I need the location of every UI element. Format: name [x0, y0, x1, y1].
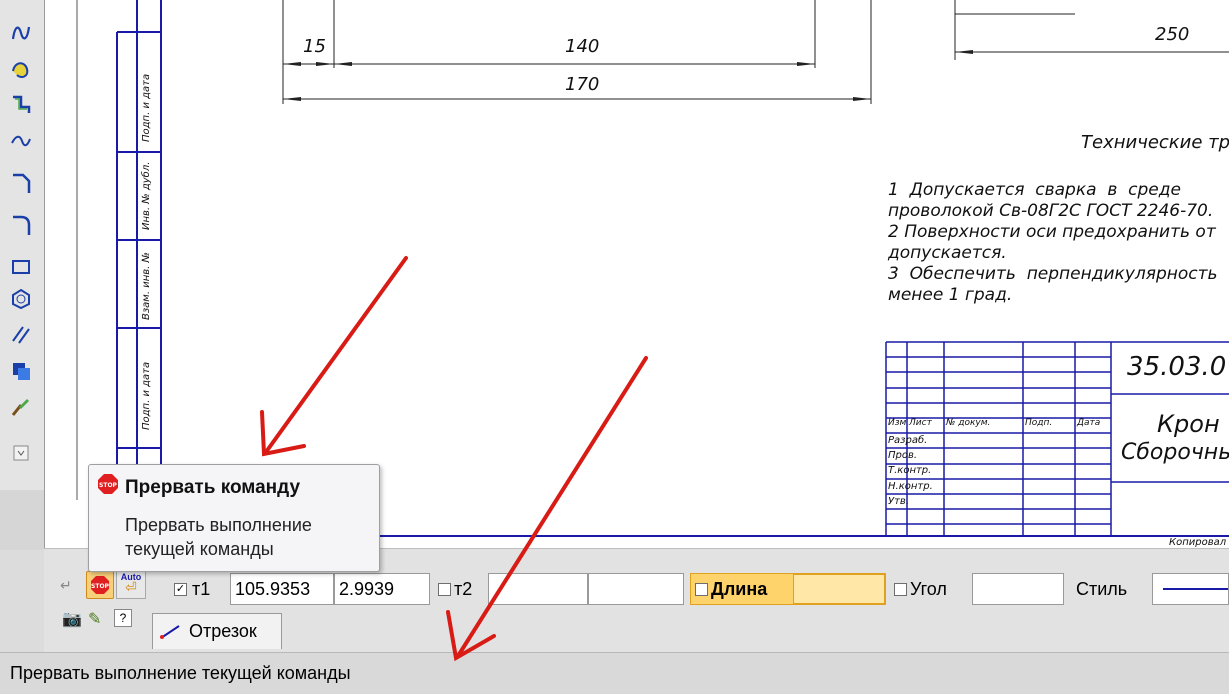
title-block-name: Крон: [1157, 410, 1220, 438]
length-group: Длина: [690, 573, 886, 605]
rectangle-icon[interactable]: [8, 254, 34, 280]
header-cell: Лист: [909, 418, 932, 428]
title-block-designation: 35.03.0: [1127, 352, 1227, 382]
svg-text:STOP: STOP: [99, 482, 118, 489]
line-style-select[interactable]: [1152, 573, 1229, 605]
role-cell: Утв.: [888, 495, 909, 507]
note-line: проволокой Св-08Г2С ГОСТ 2246-70.: [888, 201, 1214, 221]
tooltip-description: Прервать выполнение текущей команды: [125, 515, 312, 559]
brush-settings-icon[interactable]: ✎: [88, 609, 101, 629]
camera-icon[interactable]: 📷: [62, 609, 82, 629]
note-line: допускается.: [888, 243, 1007, 263]
stamp-label: Подп. и дата: [141, 361, 152, 430]
note-line: 3 Обеспечить перпендикулярность: [888, 264, 1218, 284]
t1-y-field[interactable]: 2.9939: [334, 573, 430, 605]
length-checkbox[interactable]: [695, 583, 708, 596]
toolbar-scroll-area: [0, 490, 44, 550]
segment-icon: [160, 625, 180, 639]
dimension-15: 15: [303, 36, 326, 57]
t1-label: т1: [192, 579, 211, 599]
header-cell: Дата: [1077, 418, 1101, 428]
title-block-headers: Изм Лист № докум. Подп. Дата: [888, 418, 1113, 428]
role-cell: Пров.: [888, 450, 918, 462]
brush-icon[interactable]: [8, 394, 34, 420]
tech-requirements-notes: 1 Допускается сварка в среде проволокой С…: [888, 180, 1218, 306]
tooltip-title: Прервать команду: [125, 477, 301, 498]
dimension-140: 140: [565, 36, 600, 57]
tooltip: STOP Прервать команду Прервать выполнени…: [88, 464, 380, 572]
t2-y-field[interactable]: [588, 573, 684, 605]
fill-icon[interactable]: [8, 358, 34, 384]
help-icon[interactable]: ?: [114, 609, 132, 627]
polyline-icon[interactable]: [8, 92, 34, 118]
fillet-icon[interactable]: [8, 212, 34, 238]
line-style-preview: [1163, 588, 1228, 590]
status-bar: Прервать выполнение текущей команды: [0, 652, 1229, 694]
stop-command-button[interactable]: STOP: [86, 571, 114, 599]
length-label: Длина: [711, 579, 768, 599]
t1-x-field[interactable]: 105.9353: [230, 573, 334, 605]
angle-checkbox[interactable]: [894, 583, 907, 596]
angle-field[interactable]: [972, 573, 1064, 605]
scroll-down-icon[interactable]: [8, 440, 34, 466]
note-line: менее 1 град.: [888, 285, 1013, 305]
title-block-copied: Копировал: [1169, 537, 1227, 548]
title-block-subname: Сборочны: [1121, 440, 1229, 465]
stamp-label: Взам. инв. №: [141, 252, 152, 320]
tab-label: Отрезок: [189, 621, 257, 641]
dimension-250: 250: [1155, 24, 1190, 45]
role-cell: Разраб.: [888, 435, 928, 446]
t2-label: т2: [454, 579, 473, 599]
chamfer-icon[interactable]: [8, 170, 34, 196]
title-block-roles: Разраб. Пров. Т.контр. Н.контр. Утв.: [888, 433, 933, 509]
note-line: 2 Поверхности оси предохранить от: [888, 222, 1216, 242]
role-cell: Т.контр.: [888, 465, 932, 477]
role-cell: Н.контр.: [888, 480, 933, 492]
spline-icon[interactable]: [8, 20, 34, 46]
stop-icon: STOP: [98, 474, 118, 494]
auto-arrow-icon: ⏎: [125, 579, 137, 595]
auto-create-button[interactable]: Auto ⏎: [116, 571, 146, 599]
stamp-label: Подп. и дата: [141, 73, 152, 142]
header-cell: Изм: [888, 418, 907, 428]
status-text: Прервать выполнение текущей команды: [10, 663, 351, 683]
parallel-lines-icon[interactable]: [8, 322, 34, 348]
hatch-icon[interactable]: [8, 56, 34, 82]
dimension-170: 170: [565, 74, 600, 95]
note-line: 1 Допускается сварка в среде: [888, 180, 1181, 200]
t2-x-field[interactable]: [488, 573, 588, 605]
enter-icon[interactable]: ↵: [60, 577, 72, 594]
header-cell: Подп.: [1025, 418, 1053, 428]
header-cell: № докум.: [946, 418, 991, 428]
tab-segment[interactable]: Отрезок: [152, 613, 282, 649]
stamp-label: Инв. № дубл.: [141, 161, 152, 230]
curve-icon[interactable]: [8, 128, 34, 154]
svg-text:STOP: STOP: [91, 583, 110, 590]
style-label: Стиль: [1076, 579, 1128, 599]
tech-requirements-title: Технические тр: [1081, 132, 1229, 153]
t1-checkbox[interactable]: ✓: [174, 583, 187, 596]
length-field[interactable]: [793, 574, 885, 604]
geometry-toolbar: [0, 0, 45, 490]
angle-label: Угол: [910, 579, 947, 599]
stop-icon: STOP: [91, 576, 110, 594]
t2-checkbox[interactable]: [438, 583, 451, 596]
polygon-icon[interactable]: [8, 286, 34, 312]
